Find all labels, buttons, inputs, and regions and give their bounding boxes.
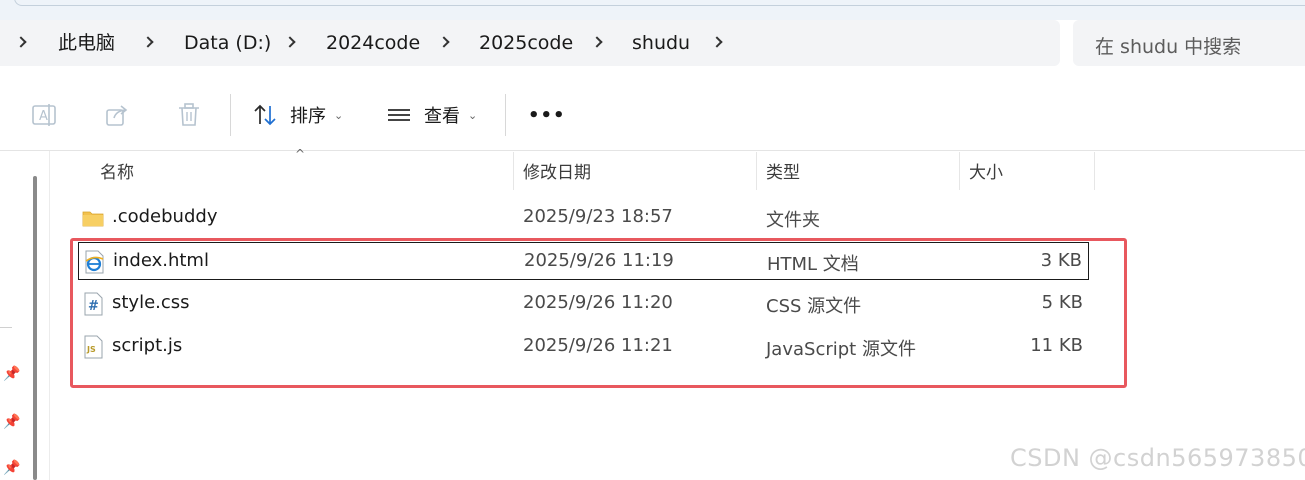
view-button[interactable]: 查看 ⌄ <box>386 94 477 136</box>
sort-icon <box>254 104 276 126</box>
breadcrumb-2025code[interactable]: 2025code <box>479 32 573 54</box>
column-divider[interactable] <box>756 152 757 190</box>
column-divider[interactable] <box>959 152 960 190</box>
chevron-right-icon[interactable] <box>711 36 723 48</box>
view-list-icon <box>388 109 410 121</box>
pin-icon[interactable]: 📌 <box>3 460 20 476</box>
nav-divider <box>0 327 12 328</box>
toolbar-divider <box>505 94 506 136</box>
breadcrumb-shudu[interactable]: shudu <box>632 32 690 54</box>
chevron-right-icon[interactable] <box>142 36 154 48</box>
chevron-right-icon[interactable] <box>15 36 27 48</box>
navigation-pane[interactable] <box>0 151 50 480</box>
column-header-date[interactable]: 修改日期 <box>523 158 591 183</box>
nav-scrollbar[interactable] <box>33 176 37 480</box>
chevron-right-icon[interactable] <box>591 36 603 48</box>
trash-icon <box>179 103 199 126</box>
window-top-strip <box>0 0 1305 20</box>
file-row-codebuddy[interactable]: .codebuddy 2025/9/23 18:57 文件夹 <box>78 199 1089 237</box>
svg-text:A: A <box>39 109 48 124</box>
search-input[interactable]: 在 shudu 中搜索 <box>1073 20 1305 66</box>
share-icon <box>106 105 128 126</box>
chevron-right-icon[interactable] <box>438 36 450 48</box>
toolbar-divider <box>230 94 231 136</box>
column-divider[interactable] <box>1094 152 1095 190</box>
file-type: 文件夹 <box>766 210 820 231</box>
column-header-name[interactable]: 名称 <box>100 158 134 183</box>
sort-button[interactable]: 排序 ⌄ <box>252 94 343 136</box>
tab-frame <box>14 0 1305 6</box>
file-date: 2025/9/23 18:57 <box>523 206 673 227</box>
address-bar[interactable]: 此电脑 Data (D:) 2024code 2025code shudu <box>0 20 1060 66</box>
sort-label: 排序 <box>290 106 326 127</box>
chevron-down-icon: ⌄ <box>334 108 344 122</box>
sort-ascending-icon: ^ <box>295 147 306 161</box>
delete-button[interactable] <box>175 94 203 136</box>
breadcrumb-this-pc[interactable]: 此电脑 <box>58 32 115 54</box>
folder-icon <box>82 211 104 227</box>
rename-icon: A <box>32 104 56 126</box>
command-bar: A 排序 ⌄ 查看 ⌄ ••• <box>0 80 1305 150</box>
column-header-size[interactable]: 大小 <box>969 158 1003 183</box>
toolbar-divider-line <box>0 150 1305 151</box>
breadcrumb-2024code[interactable]: 2024code <box>326 32 420 54</box>
more-options-button[interactable]: ••• <box>528 94 566 136</box>
file-name[interactable]: .codebuddy <box>112 206 217 227</box>
rename-button[interactable]: A <box>30 94 58 136</box>
view-label: 查看 <box>424 106 460 127</box>
chevron-right-icon[interactable] <box>284 36 296 48</box>
watermark: CSDN @csdn565973850 <box>1010 444 1305 472</box>
search-placeholder: 在 shudu 中搜索 <box>1095 36 1242 58</box>
pin-icon[interactable]: 📌 <box>3 366 20 382</box>
pin-icon[interactable]: 📌 <box>3 414 20 430</box>
more-icon: ••• <box>528 104 566 126</box>
chevron-down-icon: ⌄ <box>468 108 478 122</box>
annotation-highlight-box <box>70 238 1127 388</box>
column-header-type[interactable]: 类型 <box>766 158 800 183</box>
breadcrumb-drive-d[interactable]: Data (D:) <box>184 32 271 54</box>
column-divider[interactable] <box>513 152 514 190</box>
share-button[interactable] <box>103 94 131 136</box>
